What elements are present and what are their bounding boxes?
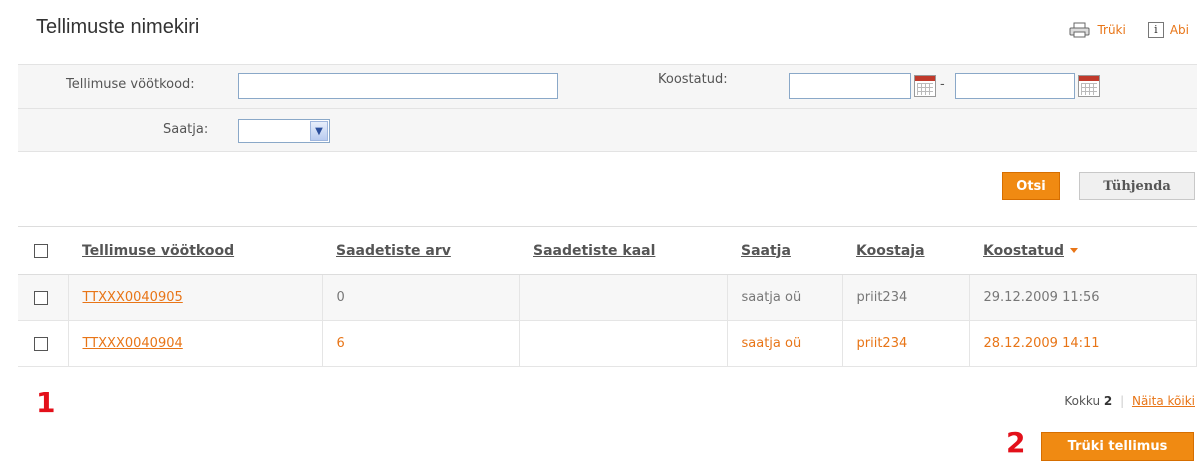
sender-select[interactable]: ▼ [238, 119, 330, 143]
table-header: Tellimuse vöötkood Saadetiste arv Saadet… [18, 226, 1197, 275]
search-button[interactable]: Otsi [1002, 172, 1060, 200]
date-from-input[interactable] [789, 73, 911, 99]
cell-count: 0 [322, 274, 520, 321]
table-row: TTXXX0040905 0 saatja oü priit234 29.12.… [18, 274, 1197, 321]
top-links: Trüki i Abi [1069, 22, 1189, 38]
chevron-down-icon[interactable]: ▼ [310, 121, 328, 141]
row-checkbox[interactable] [34, 290, 48, 305]
filter-row-sender: Saatja: ▼ [18, 108, 1197, 152]
calendar-from-icon[interactable] [914, 75, 936, 97]
cell-weight [519, 274, 728, 321]
print-link[interactable]: Trüki [1097, 23, 1125, 37]
col-creator[interactable]: Koostaja [842, 226, 969, 275]
col-barcode[interactable]: Tellimuse vöötkood [68, 226, 322, 275]
separator: | [1120, 394, 1125, 408]
clear-button[interactable]: Tühjenda [1079, 172, 1195, 200]
col-count[interactable]: Saadetiste arv [322, 226, 519, 275]
orders-table: Tellimuse vöötkood Saadetiste arv Saadet… [18, 226, 1197, 367]
total-count: 2 [1103, 394, 1113, 408]
annotation-marker-2: 2 [1006, 426, 1026, 459]
date-separator: - [940, 77, 945, 92]
help-link[interactable]: Abi [1170, 23, 1189, 37]
total-label: Kokku [1064, 394, 1101, 408]
barcode-link[interactable]: TTXXX0040905 [83, 290, 183, 305]
cell-sender: saatja oü [727, 274, 843, 321]
sender-label: Saatja: [163, 122, 209, 137]
barcode-label: Tellimuse vöötkood: [66, 77, 195, 92]
cell-sender: saatja oü [727, 320, 843, 367]
row-checkbox[interactable] [34, 336, 48, 351]
cell-count: 6 [322, 320, 520, 367]
select-all-checkbox[interactable] [34, 243, 48, 258]
row-checkbox-cell [18, 320, 69, 367]
info-icon[interactable]: i [1147, 22, 1164, 38]
calendar-to-icon[interactable] [1078, 75, 1100, 97]
select-all-cell [18, 226, 68, 275]
show-all-link[interactable]: Näita kõiki [1132, 394, 1195, 408]
date-to-input[interactable] [955, 73, 1075, 99]
cell-barcode: TTXXX0040905 [68, 274, 323, 321]
cell-creator: priit234 [842, 320, 970, 367]
barcode-input[interactable] [238, 73, 558, 99]
col-weight[interactable]: Saadetiste kaal [519, 226, 727, 275]
page-title: Tellimuste nimekiri [36, 16, 200, 38]
printer-icon[interactable] [1069, 22, 1091, 38]
col-sender[interactable]: Saatja [727, 226, 842, 275]
cell-weight [519, 320, 728, 367]
cell-barcode: TTXXX0040904 [68, 320, 323, 367]
table-row: TTXXX0040904 6 saatja oü priit234 28.12.… [18, 320, 1197, 367]
pagination-summary: Kokku 2 | Näita kõiki [1064, 394, 1195, 408]
annotation-marker-1: 1 [36, 386, 56, 419]
row-checkbox-cell [18, 274, 69, 321]
print-order-button[interactable]: Trüki tellimus [1041, 432, 1194, 461]
created-label: Koostatud: [658, 72, 728, 87]
sort-desc-icon [1070, 248, 1078, 253]
cell-created: 28.12.2009 14:11 [969, 320, 1197, 367]
cell-creator: priit234 [842, 274, 970, 321]
filter-row-barcode: Tellimuse vöötkood: Koostatud: - [18, 64, 1197, 108]
barcode-link[interactable]: TTXXX0040904 [83, 336, 183, 351]
cell-created: 29.12.2009 11:56 [969, 274, 1197, 321]
col-created[interactable]: Koostatud [969, 226, 1197, 275]
